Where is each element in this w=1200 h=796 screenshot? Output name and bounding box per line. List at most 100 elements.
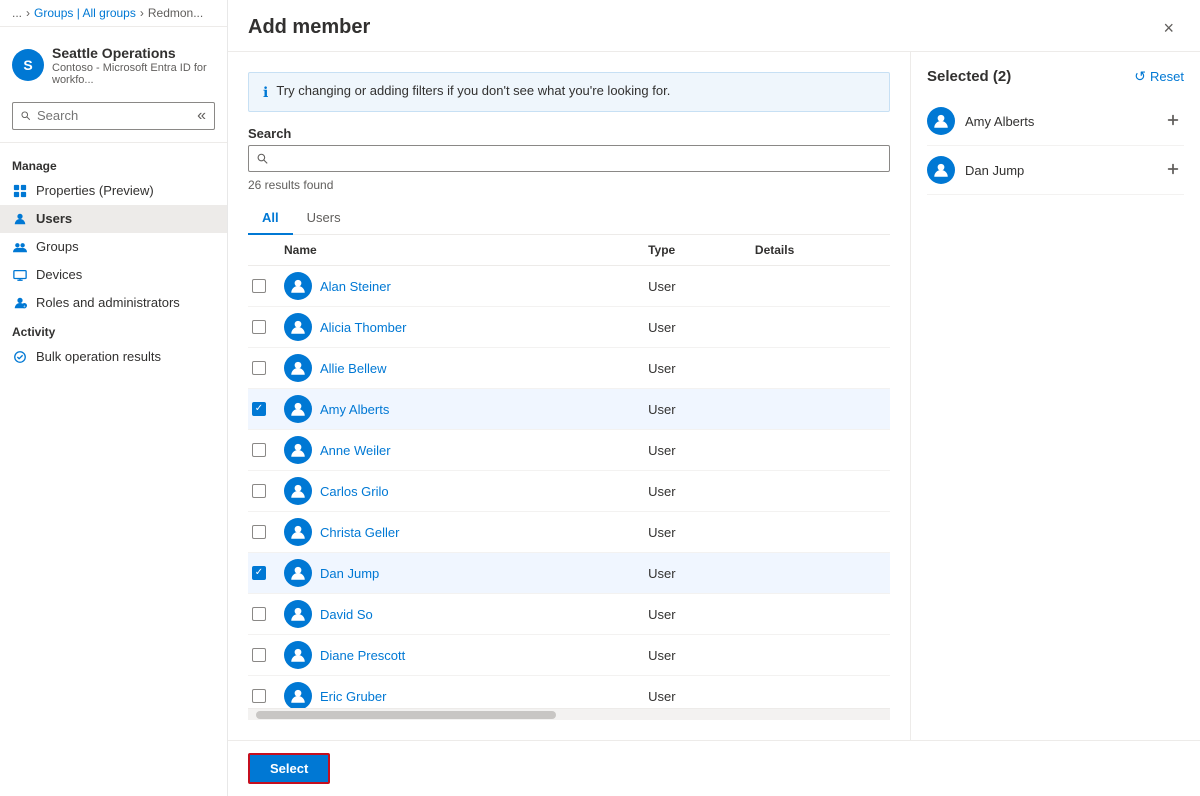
breadcrumb-current: Redmon...	[148, 6, 203, 20]
modal-search-box[interactable]	[248, 145, 890, 172]
sidebar-item-devices[interactable]: Devices	[0, 261, 227, 289]
user-name[interactable]: Eric Gruber	[320, 689, 386, 704]
row-checkbox[interactable]	[252, 689, 266, 703]
user-details	[751, 512, 890, 553]
user-name[interactable]: Diane Prescott	[320, 648, 405, 663]
select-button[interactable]: Select	[248, 753, 330, 784]
row-checkbox[interactable]	[252, 279, 266, 293]
activity-section-title: Activity	[0, 317, 227, 343]
devices-icon	[12, 267, 28, 283]
properties-icon	[12, 183, 28, 199]
col-checkbox	[248, 235, 280, 266]
user-avatar	[284, 682, 312, 708]
filter-tabs: All Users	[248, 202, 890, 235]
table-row: Alan Steiner User	[248, 266, 890, 307]
sidebar-item-users[interactable]: Users	[0, 205, 227, 233]
row-checkbox[interactable]	[252, 484, 266, 498]
breadcrumb-groups[interactable]: Groups | All groups	[34, 6, 136, 20]
row-checkbox[interactable]	[252, 402, 266, 416]
row-checkbox[interactable]	[252, 566, 266, 580]
modal-title: Add member	[248, 16, 370, 39]
reset-button[interactable]: ↺ Reset	[1134, 68, 1184, 85]
user-avatar	[284, 518, 312, 546]
users-label: Users	[36, 211, 72, 226]
scrollbar-thumb[interactable]	[256, 711, 556, 719]
modal-inner: ℹ Try changing or adding filters if you …	[228, 52, 1200, 740]
sidebar-item-bulk[interactable]: Bulk operation results	[0, 343, 227, 371]
user-name[interactable]: Christa Geller	[320, 525, 399, 540]
modal-search-input[interactable]	[275, 151, 881, 166]
user-type: User	[644, 266, 751, 307]
users-icon	[12, 211, 28, 227]
user-name[interactable]: David So	[320, 607, 373, 622]
sidebar-collapse-button[interactable]: «	[197, 107, 206, 125]
table-row: Dan Jump User	[248, 553, 890, 594]
sidebar-item-groups[interactable]: Groups	[0, 233, 227, 261]
col-details: Details	[751, 235, 890, 266]
user-details	[751, 553, 890, 594]
sidebar-header: S Seattle Operations Contoso - Microsoft…	[0, 27, 227, 143]
user-details	[751, 594, 890, 635]
col-type: Type	[644, 235, 751, 266]
user-type: User	[644, 635, 751, 676]
sidebar-item-roles[interactable]: + Roles and administrators	[0, 289, 227, 317]
selected-title: Selected (2)	[927, 68, 1011, 85]
breadcrumb: ... › Groups | All groups › Redmon...	[0, 0, 227, 27]
sidebar-search-box[interactable]: «	[12, 102, 215, 130]
tab-users[interactable]: Users	[293, 202, 355, 235]
user-details	[751, 348, 890, 389]
row-checkbox[interactable]	[252, 443, 266, 457]
manage-section-title: Manage	[0, 151, 227, 177]
row-checkbox[interactable]	[252, 525, 266, 539]
sidebar-item-properties[interactable]: Properties (Preview)	[0, 177, 227, 205]
modal-close-button[interactable]: ×	[1157, 17, 1180, 39]
tab-all[interactable]: All	[248, 202, 293, 235]
user-avatar	[284, 559, 312, 587]
sidebar-search-input[interactable]	[37, 108, 191, 123]
roles-icon: +	[12, 295, 28, 311]
row-checkbox[interactable]	[252, 607, 266, 621]
sidebar: ... › Groups | All groups › Redmon... S …	[0, 0, 228, 796]
remove-selected-button[interactable]	[1162, 160, 1184, 181]
user-details	[751, 307, 890, 348]
row-checkbox[interactable]	[252, 361, 266, 375]
user-type: User	[644, 676, 751, 709]
user-type: User	[644, 348, 751, 389]
user-name[interactable]: Allie Bellew	[320, 361, 386, 376]
user-name[interactable]: Anne Weiler	[320, 443, 391, 458]
org-name: Seattle Operations	[52, 45, 215, 62]
remove-selected-button[interactable]	[1162, 111, 1184, 132]
org-info: S Seattle Operations Contoso - Microsoft…	[12, 37, 215, 94]
user-type: User	[644, 553, 751, 594]
roles-label: Roles and administrators	[36, 295, 180, 310]
svg-text:+: +	[23, 304, 26, 309]
selected-item-name: Dan Jump	[965, 163, 1152, 178]
user-avatar	[284, 641, 312, 669]
modal-overlay: Add member × ℹ Try changing or adding fi…	[228, 0, 1200, 796]
user-name[interactable]: Alicia Thomber	[320, 320, 406, 335]
user-avatar	[284, 272, 312, 300]
properties-label: Properties (Preview)	[36, 183, 154, 198]
breadcrumb-dots[interactable]: ...	[12, 6, 22, 20]
results-count: 26 results found	[248, 178, 890, 192]
table-row: Amy AlbertsUser	[248, 389, 890, 430]
reset-icon: ↺	[1134, 68, 1146, 85]
horizontal-scrollbar[interactable]	[248, 708, 890, 720]
user-type: User	[644, 430, 751, 471]
row-checkbox[interactable]	[252, 320, 266, 334]
user-name[interactable]: Carlos Grilo	[320, 484, 389, 499]
row-checkbox[interactable]	[252, 648, 266, 662]
user-name[interactable]: Alan Steiner	[320, 279, 391, 294]
info-icon: ℹ	[263, 84, 268, 101]
selected-item-name: Amy Alberts	[965, 114, 1152, 129]
table-row: Eric Gruber User	[248, 676, 890, 709]
user-avatar	[284, 313, 312, 341]
user-name[interactable]: Amy Alberts	[320, 402, 389, 417]
user-details	[751, 389, 890, 430]
groups-label: Groups	[36, 239, 79, 254]
modal-header: Add member ×	[228, 0, 1200, 52]
user-avatar	[284, 477, 312, 505]
user-name[interactable]: Dan Jump	[320, 566, 379, 581]
reset-label: Reset	[1150, 69, 1184, 84]
user-details	[751, 430, 890, 471]
